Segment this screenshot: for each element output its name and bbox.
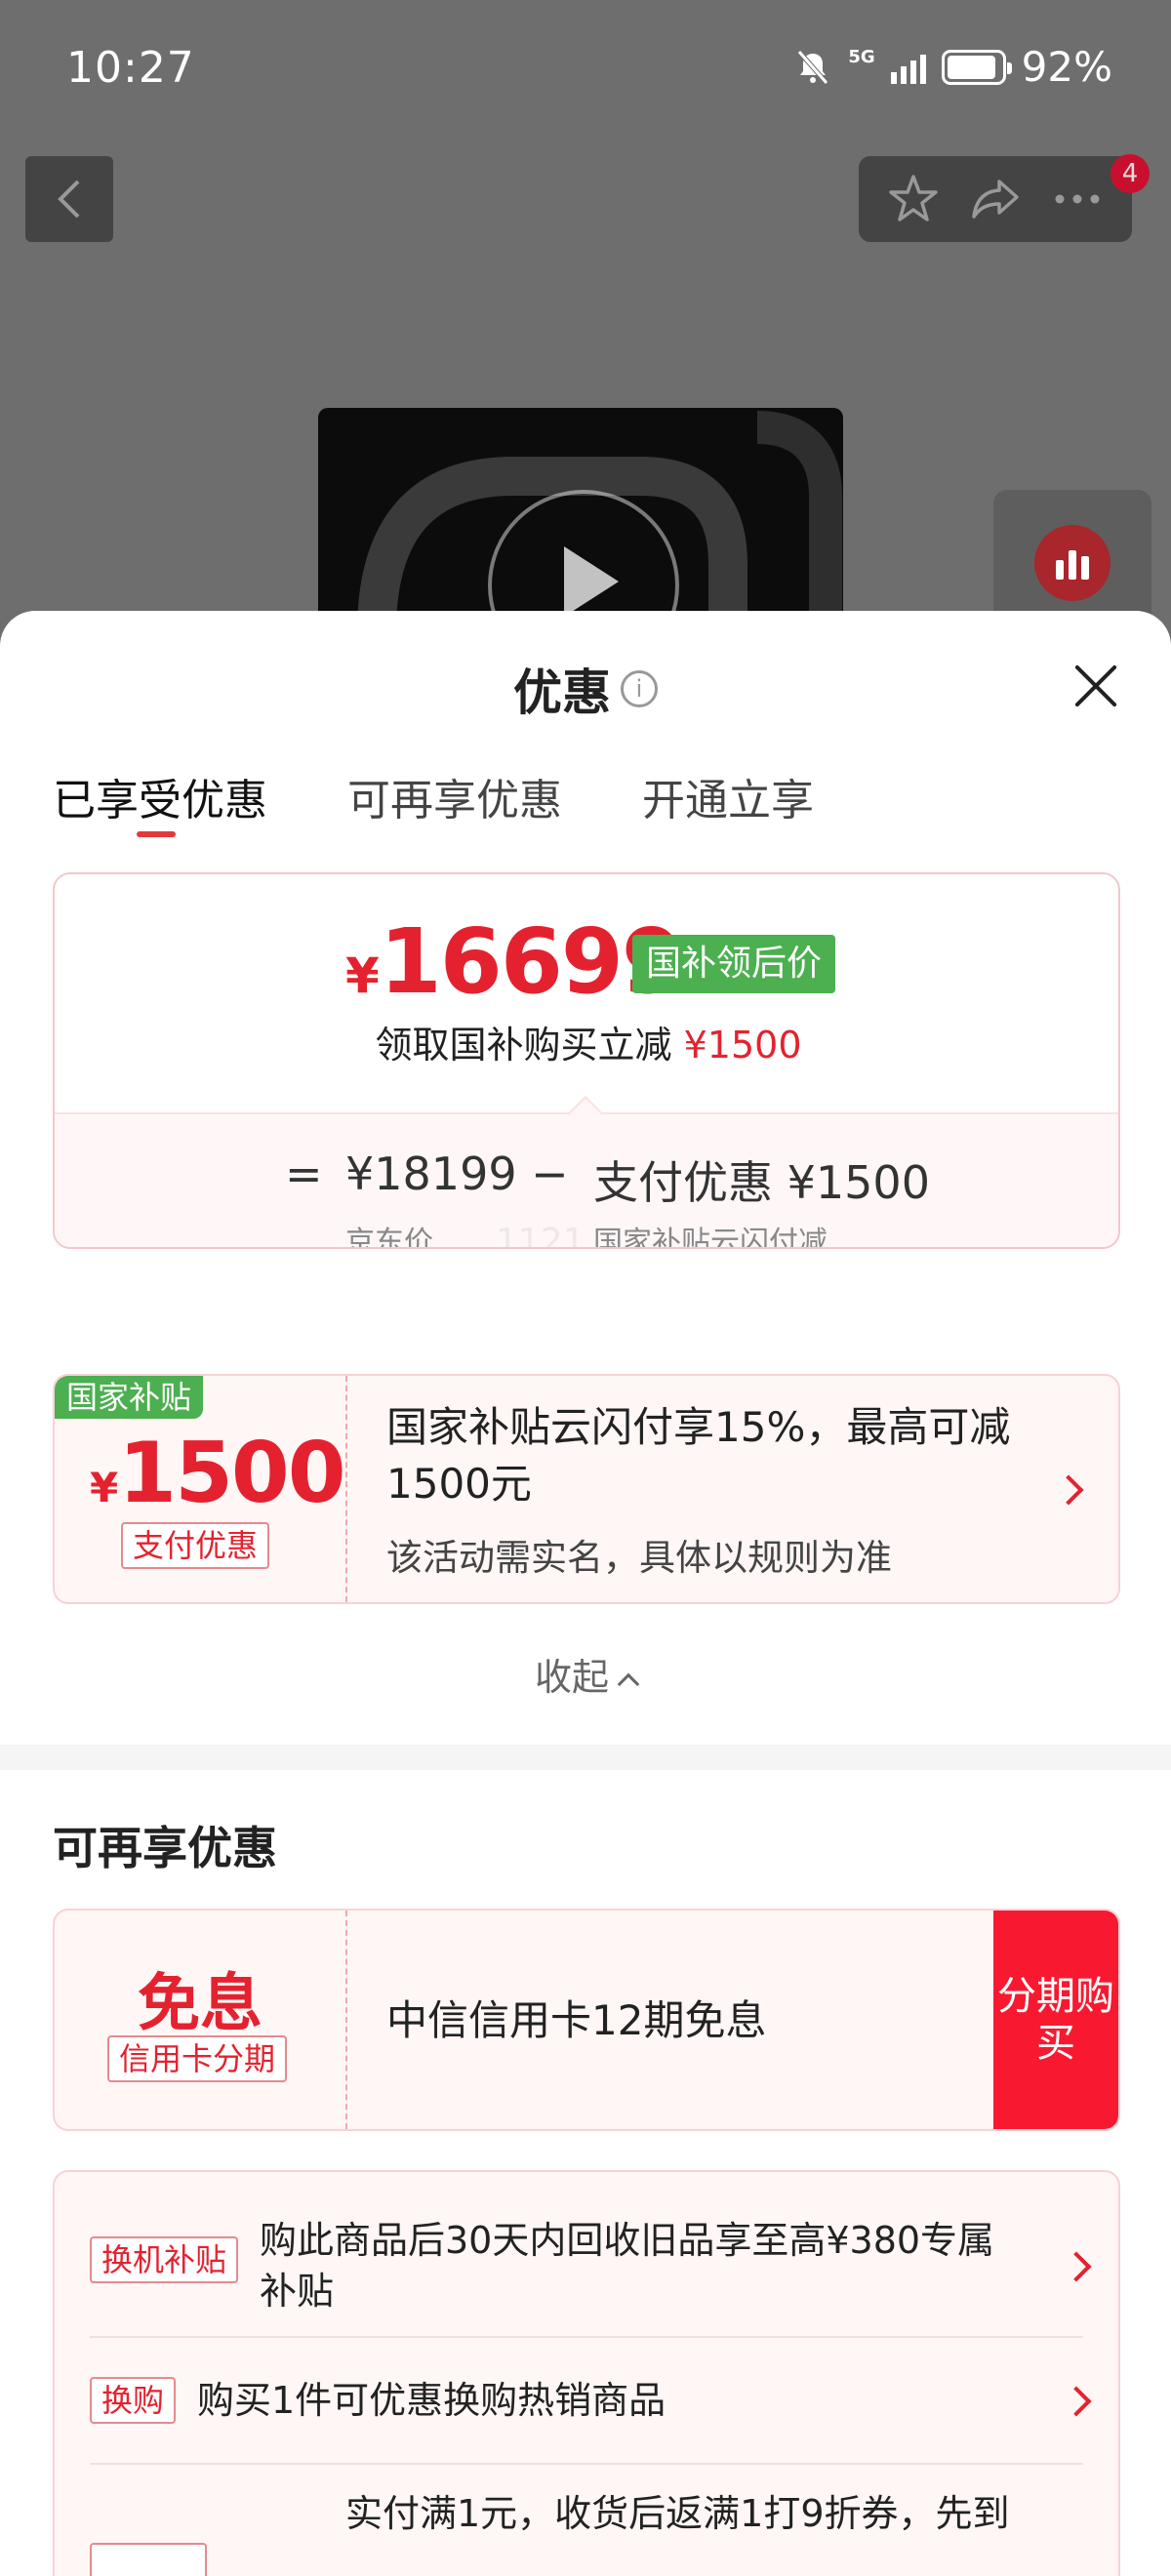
payment-discount: 支付优惠 ¥1500	[593, 1156, 930, 1209]
signal-icon	[890, 51, 926, 84]
list-item-text: 购此商品后30天内回收旧品享至高¥380专属补贴	[260, 2219, 995, 2313]
discount-sheet: 优惠 i 已享受优惠 可再享优惠 开通立享 ¥16699 国补领后价 领取国补购买…	[0, 611, 1171, 2576]
tab-more-available[interactable]: 可再享优惠	[347, 765, 562, 827]
share-icon[interactable]	[968, 172, 1023, 226]
price-description: 领取国补购买立减 ¥1500	[55, 1015, 1118, 1068]
list-item-text: 购买1件可优惠换购热销商品	[197, 2379, 666, 2422]
coupon-type-label: 支付优惠	[121, 1522, 270, 1569]
status-icons: 5G 92%	[793, 43, 1112, 91]
coupon-currency: ¥	[90, 1464, 119, 1511]
chevron-right-icon	[1061, 2251, 1092, 2282]
subsidy-price-tag: 国补领后价	[632, 935, 836, 993]
installment-title: 中信信用卡12期免息	[386, 1996, 767, 2044]
tab-enjoyed[interactable]: 已享受优惠	[53, 765, 267, 837]
chevron-right-icon	[1061, 2386, 1092, 2417]
info-icon[interactable]: i	[621, 670, 658, 707]
list-item-tag	[90, 2543, 207, 2576]
play-icon	[564, 546, 619, 617]
message-badge: 4	[1110, 154, 1150, 193]
coupon-left: 免息 信用卡分期	[55, 1911, 345, 2129]
chevron-up-icon	[617, 1672, 640, 1696]
price-desc-prefix: 领取国补购买立减	[375, 1024, 672, 1067]
coupon-subtitle: 该活动需实名，具体以规则为准	[386, 1537, 892, 1579]
list-item[interactable]: 换购 购买1件可优惠换购热销商品	[90, 2338, 1092, 2465]
installment-buy-button[interactable]: 分期购买	[993, 1911, 1118, 2129]
status-bar: 10:27 5G 92%	[0, 0, 1171, 141]
star-icon[interactable]	[886, 172, 941, 226]
coupon-left: 国家补贴 ¥1500 支付优惠	[55, 1376, 346, 1602]
section-divider	[0, 1745, 1171, 1770]
discount-label-line1: 国家补贴云闪付减	[593, 1226, 828, 1249]
final-price-currency: ¥	[345, 947, 380, 1004]
close-icon[interactable]	[1071, 662, 1120, 710]
status-time: 10:27	[66, 43, 195, 93]
coupon-title: 国家补贴云闪付享15%，最高可减1500元	[386, 1403, 1011, 1508]
coupon-amount-value: 1500	[118, 1425, 345, 1522]
bell-off-icon	[793, 48, 832, 87]
list-item[interactable]: 换机补贴 购此商品后30天内回收旧品享至高¥380专属补贴	[90, 2195, 1092, 2338]
subsidy-coupon[interactable]: 国家补贴 ¥1500 支付优惠 国家补贴云闪付享15%，最高可减1500元 该活…	[53, 1374, 1120, 1604]
list-item-text: 实付满1元，收货后返满1打9折券，先到	[345, 2492, 1010, 2535]
collapse-button[interactable]: 收起	[0, 1647, 1171, 1701]
coupon-divider	[345, 1376, 347, 1602]
other-offers-list: 换机补贴 购此商品后30天内回收旧品享至高¥380专属补贴 换购 购买1件可优惠…	[53, 2170, 1120, 2576]
battery-icon	[941, 49, 1012, 85]
price-breakdown: ¥16699 国补领后价 领取国补购买立减 ¥1500 = ¥18199 京东价…	[53, 872, 1120, 1249]
interest-free-headline: 免息	[138, 1968, 262, 2040]
installment-label: 信用卡分期	[107, 2035, 288, 2082]
collapse-label: 收起	[534, 1656, 609, 1699]
price-desc-amount: ¥1500	[683, 1024, 802, 1067]
chevron-left-icon	[58, 180, 80, 219]
faded-text: 1121	[496, 1222, 586, 1249]
coupon-amount: ¥1500	[90, 1425, 346, 1522]
top-actions	[859, 156, 1132, 242]
back-button[interactable]	[25, 156, 113, 242]
price-calculation	[55, 1112, 1118, 1247]
tab-activate[interactable]: 开通立享	[642, 765, 814, 827]
list-item-tag: 换购	[90, 2377, 177, 2424]
equals-sign: =	[285, 1147, 323, 1200]
more-icon[interactable]	[1050, 172, 1105, 226]
network-type: 5G	[848, 46, 875, 67]
subsidy-corner-tag: 国家补贴	[55, 1376, 204, 1419]
installment-coupon[interactable]: 免息 信用卡分期 中信信用卡12期免息 分期购买	[53, 1909, 1120, 2131]
installment-detail: 中信信用卡12期免息	[386, 1992, 1060, 2049]
coupon-divider	[345, 1911, 347, 2129]
base-price: ¥18199	[345, 1147, 517, 1200]
chart-bars-icon	[1034, 525, 1110, 601]
section-title-more: 可再享优惠	[53, 1822, 277, 1874]
discount-tabs: 已享受优惠 可再享优惠 开通立享	[53, 765, 814, 837]
battery-percent: 92%	[1021, 43, 1112, 91]
minus-sign: −	[531, 1147, 569, 1200]
sheet-title: 优惠 i	[0, 654, 1171, 724]
coupon-detail: 国家补贴云闪付享15%，最高可减1500元 该活动需实名，具体以规则为准	[386, 1399, 1060, 1581]
base-price-label: 京东价	[345, 1226, 433, 1249]
sheet-title-text: 优惠	[513, 664, 611, 721]
list-item-tag: 换机补贴	[90, 2236, 239, 2283]
list-item[interactable]: 实付满1元，收货后返满1打9折券，先到	[90, 2465, 1083, 2576]
